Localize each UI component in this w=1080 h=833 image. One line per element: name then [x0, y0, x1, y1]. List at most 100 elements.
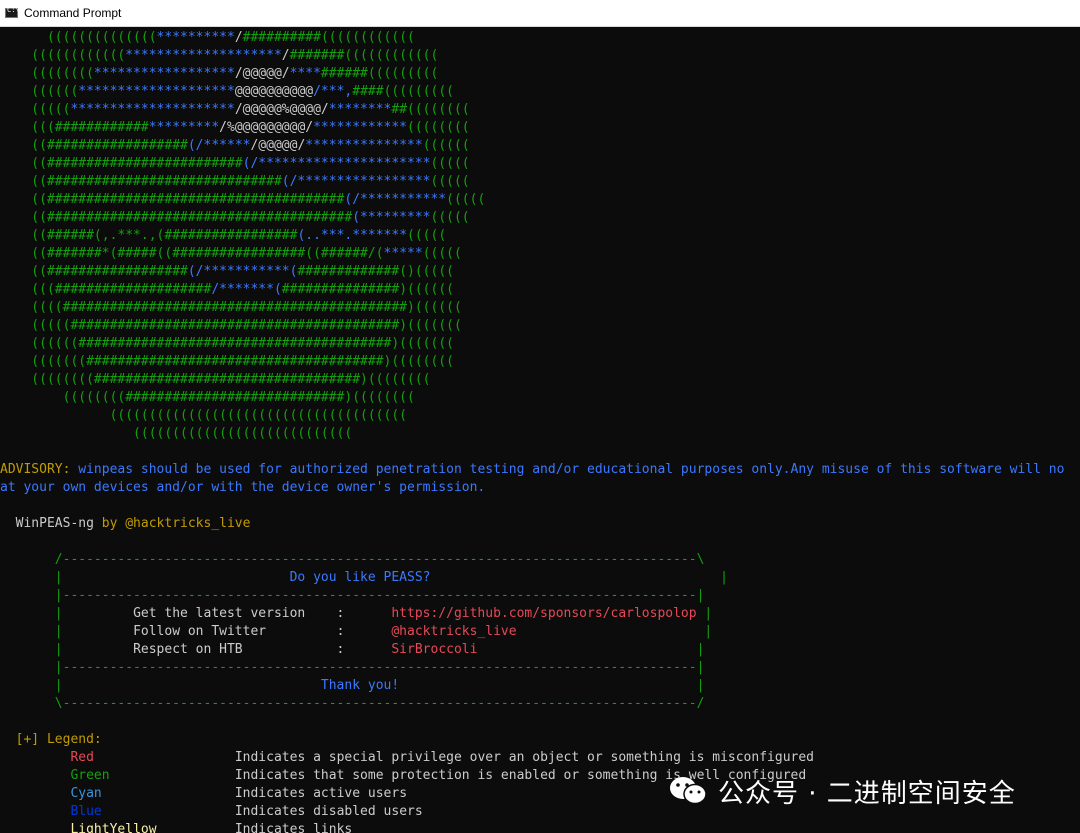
ascii-art-segment: #### [352, 84, 384, 99]
banner-author: by @hacktricks_live [93, 516, 251, 531]
ascii-art-segment: ********* [148, 120, 220, 135]
ascii-art-segment: ((((( [0, 102, 71, 117]
ascii-art-segment: ######################################## [78, 336, 392, 351]
ascii-art-line: (((####################/*******(########… [0, 281, 454, 299]
ascii-art-line: ((##################(/******/@@@@@/*****… [0, 137, 469, 155]
box-row-colon: : [266, 624, 392, 639]
ascii-art-line: ((((((********************@@@@@@@@@@/***… [0, 83, 454, 101]
box-border: |---------------------------------------… [0, 588, 705, 603]
box-row-label: Respect on HTB [133, 642, 243, 657]
wechat-icon [668, 775, 708, 807]
box-row-colon: : [242, 642, 392, 657]
legend-item: Blue Indicates disabled users [0, 803, 422, 821]
ascii-art-segment: ################# [172, 246, 306, 261]
ascii-art-line: ((#########################(/***********… [0, 155, 470, 173]
ascii-art-segment: ((((((( [0, 354, 87, 369]
window-titlebar: C:\ Command Prompt [0, 0, 1080, 27]
ascii-art-segment: (((((( [0, 84, 79, 99]
box-separator: |---------------------------------------… [0, 587, 705, 605]
ascii-art-line: (((((*********************/@@@@@%@@@@/**… [0, 101, 469, 119]
ascii-art-segment: ((((( [446, 192, 486, 207]
ascii-art-segment: (((( [0, 300, 63, 315]
legend-pad [94, 750, 235, 765]
ascii-art-line: ((##################(/***********(######… [0, 263, 454, 281]
ascii-art-segment: ###### [320, 66, 368, 81]
terminal-output[interactable]: ((((((((((((((**********/##########(((((… [0, 27, 1080, 833]
ascii-art-segment: (/****** [187, 138, 251, 153]
ascii-art-line: ((((((((******************/@@@@@/****###… [0, 65, 438, 83]
banner-line: WinPEAS-ng by @hacktricks_live [0, 515, 251, 533]
ascii-art-segment: ((((( [0, 318, 71, 333]
ascii-art-segment: /*******( [211, 282, 282, 297]
ascii-art-segment: ################# [164, 228, 298, 243]
legend-pad [102, 804, 235, 819]
ascii-art-segment: ((((( [430, 156, 470, 171]
legend-title-text: [+] Legend: [0, 732, 102, 747]
box-border: /---------------------------------------… [0, 552, 705, 567]
box-border: | [516, 624, 713, 639]
advisory-text: at your own devices and/or with the devi… [0, 480, 486, 495]
box-top: /---------------------------------------… [0, 551, 705, 569]
box-row-colon: : [305, 606, 392, 621]
legend-color-name: Red [70, 750, 94, 765]
advisory-line: at your own devices and/or with the devi… [0, 479, 485, 497]
ascii-art-segment: ***** [383, 246, 423, 261]
ascii-art-line: (((((((((((((((((((((((((((((((((((((( [0, 407, 407, 425]
legend-indent [0, 804, 70, 819]
ascii-art-segment: ****************** [93, 66, 235, 81]
box-bottom: \---------------------------------------… [0, 695, 705, 713]
watermark: 公众号 · 二进制空间安全 [668, 770, 1016, 812]
box-border: | [0, 642, 134, 657]
ascii-art-segment: ((((( [407, 228, 447, 243]
cmd-icon: C:\ [5, 6, 20, 18]
box-info-row: | Get the latest version : https://githu… [0, 605, 712, 623]
box-separator: |---------------------------------------… [0, 659, 705, 677]
box-row-value: https://github.com/sponsors/carlospolop [391, 606, 697, 621]
legend-indent [0, 822, 70, 833]
ascii-art-segment: ########## [242, 30, 321, 45]
ascii-art-segment: ************ [313, 120, 408, 135]
box-thanks: | Thank you! | [0, 677, 705, 695]
ascii-art-segment: ((( [0, 282, 55, 297]
ascii-art-segment: (((((((( [0, 390, 126, 405]
legend-indent [0, 768, 70, 783]
legend-pad [157, 822, 235, 833]
ascii-art-segment: ## [391, 102, 408, 117]
legend-color-name: Cyan [70, 786, 102, 801]
ascii-art-segment: #######*(#####(( [46, 246, 173, 261]
box-border: \---------------------------------------… [0, 696, 705, 711]
ascii-art-segment: (/*********** [344, 192, 447, 207]
legend-description: Indicates links [234, 822, 353, 833]
ascii-art-segment: ############################## [46, 174, 282, 189]
ascii-art-line: (((((###################################… [0, 317, 462, 335]
ascii-art-segment: ############### [281, 282, 400, 297]
ascii-art-segment: ################## [46, 264, 188, 279]
legend-item: LightYellow Indicates links [0, 821, 352, 833]
ascii-art-segment: #################### [54, 282, 212, 297]
ascii-art-segment: ********** [156, 30, 235, 45]
advisory-label: ADVISORY: [0, 462, 71, 477]
box-row-label: Follow on Twitter [133, 624, 267, 639]
window-title: Command Prompt [24, 6, 122, 20]
box-question-text: Do you like PEASS? [289, 570, 431, 585]
advisory-line: ADVISORY: winpeas should be used for aut… [0, 461, 1064, 479]
ascii-art-segment: ((( [0, 120, 55, 135]
ascii-art-segment: (/***********( [187, 264, 298, 279]
ascii-art-segment: (( [0, 156, 47, 171]
box-border: | [696, 606, 713, 621]
ascii-art-line: ((######(,.***.,(#################(..***… [0, 227, 446, 245]
legend-pad [110, 768, 235, 783]
box-row-label: Get the latest version [133, 606, 306, 621]
ascii-art-segment: /@@@@@%@@@@/ [234, 102, 329, 117]
legend-pad [102, 786, 235, 801]
ascii-art-segment: (((((((((((((((((((((((((((((((((((((( [0, 408, 407, 423]
ascii-art-segment: /***, [313, 84, 353, 99]
ascii-art-segment: (/********************** [242, 156, 431, 171]
box-thanks-text: Thank you! [320, 678, 400, 693]
legend-item: Cyan Indicates active users [0, 785, 407, 803]
legend-color-name: Blue [70, 804, 102, 819]
ascii-art-line: ((((((((((((********************/#######… [0, 47, 438, 65]
ascii-art-segment: ******************** [78, 84, 235, 99]
ascii-art-line: ((######################################… [0, 191, 485, 209]
ascii-art-line: ((((((((((((((**********/##########(((((… [0, 29, 415, 47]
